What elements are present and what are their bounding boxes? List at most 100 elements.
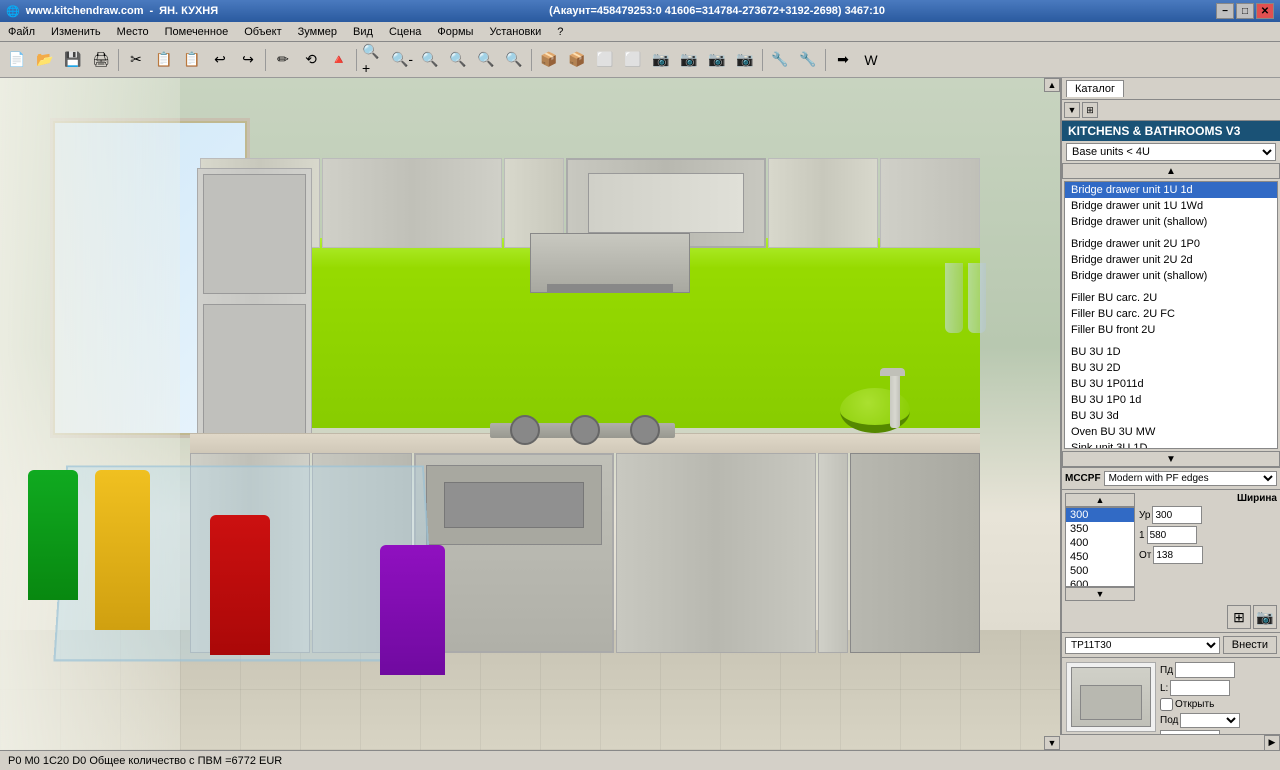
- menu-help[interactable]: ?: [549, 22, 571, 41]
- close-button[interactable]: ✕: [1256, 3, 1274, 19]
- object-tool2[interactable]: 📦: [564, 47, 590, 73]
- minimize-button[interactable]: −: [1216, 3, 1234, 19]
- rect-tool2[interactable]: ⬜: [620, 47, 646, 73]
- zoom-in-button[interactable]: 🔍+: [361, 47, 387, 73]
- style-select[interactable]: Modern with PF edges: [1104, 471, 1277, 486]
- cat-item-bridge2u1p0[interactable]: Bridge drawer unit 2U 1P0: [1065, 236, 1277, 252]
- menu-view[interactable]: Вид: [345, 22, 381, 41]
- dim-y-input[interactable]: [1152, 506, 1202, 524]
- size-400[interactable]: 400: [1066, 536, 1134, 550]
- cat-icon-2[interactable]: ⊞: [1082, 102, 1098, 118]
- undo-button[interactable]: ↩: [207, 47, 233, 73]
- menu-forms[interactable]: Формы: [429, 22, 481, 41]
- size-up[interactable]: ▲: [1065, 493, 1135, 507]
- menu-edit[interactable]: Изменить: [43, 22, 109, 41]
- w-tool[interactable]: W: [858, 47, 884, 73]
- vp-scroll-down[interactable]: ▼: [1044, 736, 1060, 750]
- cat-item-bridge1u1d[interactable]: Bridge drawer unit 1U 1d: [1065, 182, 1277, 198]
- save-button[interactable]: 💾: [60, 47, 86, 73]
- size-list[interactable]: 300 350 400 450 500 600: [1065, 507, 1135, 587]
- fridge-upper-door: [203, 174, 306, 294]
- menu-settings[interactable]: Установки: [481, 22, 549, 41]
- cat-item-bridge1ushallow[interactable]: Bridge drawer unit (shallow): [1065, 214, 1277, 230]
- dim-i-input[interactable]: [1147, 526, 1197, 544]
- cat-item-sink3u1d[interactable]: Sink unit 3U 1D: [1065, 440, 1277, 449]
- zoom-out-button[interactable]: 🔍-: [389, 47, 415, 73]
- cat-item-fillerbu2u[interactable]: Filler BU carc. 2U: [1065, 290, 1277, 306]
- new-button[interactable]: 📄: [4, 47, 30, 73]
- size-300[interactable]: 300: [1066, 508, 1134, 522]
- size-450[interactable]: 450: [1066, 550, 1134, 564]
- bottom-select[interactable]: ТР11Т30: [1065, 637, 1220, 654]
- catalog-tab[interactable]: Каталог: [1066, 80, 1124, 97]
- cat-item-fillerbufront2u[interactable]: Filler BU front 2U: [1065, 322, 1277, 338]
- size-500[interactable]: 500: [1066, 564, 1134, 578]
- chair-red: [210, 515, 270, 655]
- extra-tool2[interactable]: 🔧: [795, 47, 821, 73]
- arrow-tool[interactable]: ➡: [830, 47, 856, 73]
- menu-place[interactable]: Место: [109, 22, 157, 41]
- maximize-button[interactable]: □: [1236, 3, 1254, 19]
- size-down[interactable]: ▼: [1065, 587, 1135, 601]
- pv-pd-input[interactable]: [1175, 662, 1235, 678]
- size-350[interactable]: 350: [1066, 522, 1134, 536]
- rect-tool1[interactable]: ⬜: [592, 47, 618, 73]
- pv-pod-select[interactable]: [1180, 713, 1240, 728]
- cat-item-bridge2ushallow[interactable]: Bridge drawer unit (shallow): [1065, 268, 1277, 284]
- zoom-extra-button[interactable]: 🔍: [473, 47, 499, 73]
- menu-scene[interactable]: Сцена: [381, 22, 429, 41]
- toolbar: 📄 📂 💾 🖨 ✂ 📋 📋 ↩ ↪ ✏ ⟲ 🔺 🔍+ 🔍- 🔍 🔍 🔍 🔍 📦 …: [0, 42, 1280, 78]
- zoom-100-button[interactable]: 🔍: [445, 47, 471, 73]
- copy-button[interactable]: 📋: [151, 47, 177, 73]
- cut-button[interactable]: ✂: [123, 47, 149, 73]
- extra-tool1[interactable]: 🔧: [767, 47, 793, 73]
- camera-tool4[interactable]: 📷: [732, 47, 758, 73]
- cat-item-ovenbu3umw[interactable]: Oven BU 3U MW: [1065, 424, 1277, 440]
- cat-icon-1[interactable]: ▼: [1064, 102, 1080, 118]
- menu-file[interactable]: Файл: [0, 22, 43, 41]
- zoom-extra2-button[interactable]: 🔍: [501, 47, 527, 73]
- cat-item-bu3u1p011d[interactable]: BU 3U 1P011d: [1065, 376, 1277, 392]
- menu-marked[interactable]: Помеченное: [157, 22, 237, 41]
- size-600[interactable]: 600: [1066, 578, 1134, 587]
- camera-icon-btn[interactable]: 📷: [1253, 605, 1277, 629]
- print-button[interactable]: 🖨: [88, 47, 114, 73]
- list-scroll-up[interactable]: ▲: [1062, 163, 1280, 179]
- vp-scroll-up[interactable]: ▲: [1044, 78, 1060, 92]
- camera-tool3[interactable]: 📷: [704, 47, 730, 73]
- vent-bottom: [547, 284, 673, 292]
- cat-item-bu3u1d[interactable]: BU 3U 1D: [1065, 344, 1277, 360]
- viewport[interactable]: ▲ ▼: [0, 78, 1060, 750]
- paste-button[interactable]: 📋: [179, 47, 205, 73]
- dim-from-input[interactable]: [1153, 546, 1203, 564]
- size-dim-row: ▲ 300 350 400 450 500 600 ▼ Ширина У: [1065, 493, 1277, 601]
- zoom-fit-button[interactable]: 🔍: [417, 47, 443, 73]
- pv-l-input[interactable]: [1170, 680, 1230, 696]
- pv-open-checkbox[interactable]: [1160, 698, 1173, 711]
- camera-tool1[interactable]: 📷: [648, 47, 674, 73]
- camera-tool2[interactable]: 📷: [676, 47, 702, 73]
- style-selector-row: МССРF Modern with PF edges: [1062, 467, 1280, 489]
- catalog-list[interactable]: Bridge drawer unit 1U 1d Bridge drawer u…: [1064, 181, 1278, 449]
- menu-object[interactable]: Объект: [236, 22, 289, 41]
- object-tool1[interactable]: 📦: [536, 47, 562, 73]
- menu-zoom[interactable]: Зуммер: [290, 22, 345, 41]
- insert-button[interactable]: Внести: [1223, 636, 1277, 654]
- rotate-tool[interactable]: ⟲: [298, 47, 324, 73]
- triangle-tool[interactable]: 🔺: [326, 47, 352, 73]
- catalog-filter-select[interactable]: Base units < 4U: [1066, 143, 1276, 161]
- cat-item-fillerbu2ufc[interactable]: Filler BU carc. 2U FC: [1065, 306, 1277, 322]
- cat-item-bridge2u2d[interactable]: Bridge drawer unit 2U 2d: [1065, 252, 1277, 268]
- h-scroll-right[interactable]: ▶: [1264, 735, 1280, 751]
- edit-tool[interactable]: ✏: [270, 47, 296, 73]
- view-icon-btn[interactable]: ⊞: [1227, 605, 1251, 629]
- upper-cabinet-4: [768, 158, 878, 248]
- open-button[interactable]: 📂: [32, 47, 58, 73]
- list-scroll-down[interactable]: ▼: [1062, 451, 1280, 467]
- cat-item-bu3u1p01d[interactable]: BU 3U 1P0 1d: [1065, 392, 1277, 408]
- cat-item-bridge1u1wd[interactable]: Bridge drawer unit 1U 1Wd: [1065, 198, 1277, 214]
- cat-item-bu3u3d[interactable]: BU 3U 3d: [1065, 408, 1277, 424]
- pv-pd-row: Пд: [1160, 662, 1276, 678]
- cat-item-bu3u2d[interactable]: BU 3U 2D: [1065, 360, 1277, 376]
- redo-button[interactable]: ↪: [235, 47, 261, 73]
